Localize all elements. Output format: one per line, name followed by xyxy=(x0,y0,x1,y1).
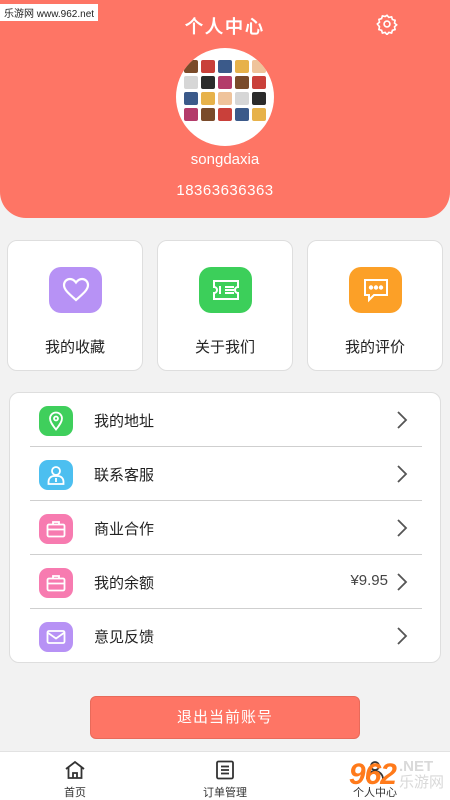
brand-number: 962 xyxy=(348,758,397,791)
avatar-tile xyxy=(235,76,249,89)
card-label: 关于我们 xyxy=(194,338,255,356)
menu-item-balance[interactable]: 我的余额 ¥9.95 xyxy=(30,555,422,609)
menu-item-address[interactable]: 我的地址 xyxy=(30,393,422,447)
avatar-tile xyxy=(252,76,266,89)
avatar-tile xyxy=(201,60,215,73)
card-my-reviews[interactable]: 我的评价 xyxy=(307,240,443,371)
phone-number: 18363636363 xyxy=(176,182,274,199)
briefcase-icon xyxy=(39,514,73,544)
tab-order-management[interactable]: 订单管理 xyxy=(150,752,300,800)
chevron-right-icon xyxy=(397,519,408,537)
menu-item-label: 我的地址 xyxy=(94,412,155,430)
menu-item-customer-service[interactable]: 联系客服 xyxy=(30,447,422,501)
person-icon xyxy=(39,460,73,490)
menu-item-feedback[interactable]: 意见反馈 xyxy=(30,609,422,663)
brand-domain: .NET xyxy=(398,758,434,775)
avatar-tile xyxy=(235,92,249,105)
menu-item-business-cooperation[interactable]: 商业合作 xyxy=(30,501,422,555)
chevron-right-icon xyxy=(397,627,408,645)
menu-item-label: 联系客服 xyxy=(94,466,155,484)
home-icon xyxy=(65,760,85,779)
wallet-icon xyxy=(39,568,73,598)
location-pin-icon xyxy=(39,406,73,436)
avatar-tile xyxy=(235,108,249,121)
avatar-tile xyxy=(201,108,215,121)
mail-icon xyxy=(39,622,73,652)
avatar-tile xyxy=(252,60,266,73)
avatar-tile xyxy=(201,76,215,89)
chevron-right-icon xyxy=(397,465,408,483)
profile-header: 个人中心 songdaxia 18363636363 xyxy=(0,0,450,218)
menu-item-label: 我的余额 xyxy=(94,574,155,592)
avatar-image xyxy=(184,60,268,121)
avatar-tile xyxy=(252,92,266,105)
avatar[interactable] xyxy=(176,48,274,146)
chevron-right-icon xyxy=(397,411,408,429)
avatar-tile xyxy=(184,76,198,89)
avatar-tile xyxy=(218,108,232,121)
avatar-tile xyxy=(235,60,249,73)
tab-label: 首页 xyxy=(64,786,86,799)
brand-text: .NET 乐游网 xyxy=(399,759,444,791)
ticket-icon xyxy=(199,267,252,313)
site-watermark: 乐游网 www.962.net xyxy=(0,4,99,21)
menu-item-label: 商业合作 xyxy=(94,520,155,538)
brand-watermark: 962 .NET 乐游网 xyxy=(349,752,444,798)
username: songdaxia xyxy=(190,151,260,168)
heart-icon xyxy=(49,267,102,313)
logout-button[interactable]: 退出当前账号 xyxy=(90,696,360,739)
avatar-tile xyxy=(218,60,232,73)
card-label: 我的收藏 xyxy=(44,338,105,356)
avatar-tile xyxy=(252,108,266,121)
order-list-icon xyxy=(216,760,234,780)
card-label: 我的评价 xyxy=(344,338,405,356)
menu-item-label: 意见反馈 xyxy=(94,628,155,646)
tab-home[interactable]: 首页 xyxy=(0,752,150,800)
tab-label: 订单管理 xyxy=(203,786,247,799)
avatar-tile xyxy=(218,76,232,89)
card-favorites[interactable]: 我的收藏 xyxy=(7,240,143,371)
message-icon xyxy=(349,267,402,313)
brand-site: 乐游网 xyxy=(398,773,444,791)
card-about-us[interactable]: 关于我们 xyxy=(157,240,293,371)
avatar-tile xyxy=(184,108,198,121)
menu-list: 我的地址 联系客服 商业合作 我的余额 ¥9.95 意见反馈 xyxy=(9,392,441,663)
balance-amount: ¥9.95 xyxy=(350,572,388,589)
avatar-tile xyxy=(218,92,232,105)
avatar-tile xyxy=(184,92,198,105)
chevron-right-icon xyxy=(397,573,408,591)
avatar-tile xyxy=(184,60,198,73)
gear-icon[interactable] xyxy=(376,13,398,35)
avatar-tile xyxy=(201,92,215,105)
